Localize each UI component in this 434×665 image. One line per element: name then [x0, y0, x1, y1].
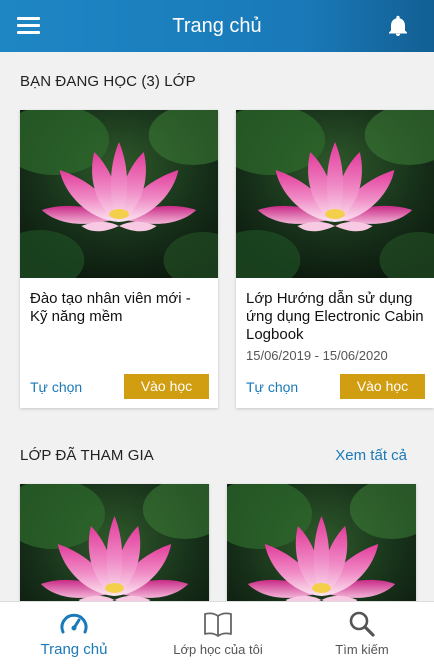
- elective-link[interactable]: Tự chọn: [30, 379, 82, 395]
- joined-class-card[interactable]: [20, 484, 209, 614]
- enrolled-section-title: BẠN ĐANG HỌC (3) LỚP: [20, 73, 196, 90]
- class-name: Lớp Hướng dẫn sử dụng ứng dụng Electroni…: [246, 290, 424, 343]
- app-header: Trang chủ: [0, 0, 434, 52]
- class-card[interactable]: Lớp Hướng dẫn sử dụng ứng dụng Electroni…: [236, 110, 434, 408]
- bell-icon[interactable]: [386, 14, 410, 38]
- book-icon: [204, 612, 232, 637]
- page-title: Trang chủ: [172, 15, 262, 37]
- search-icon: [349, 611, 375, 637]
- class-card[interactable]: Đào tạo nhân viên mới - Kỹ năng mềm Tự c…: [20, 110, 218, 408]
- enter-class-button[interactable]: Vào học: [124, 374, 209, 399]
- tab-search[interactable]: Tìm kiếm: [290, 602, 434, 665]
- joined-section-title: LỚP ĐÃ THAM GIA: [20, 447, 154, 464]
- tab-label: Trang chủ: [40, 641, 108, 658]
- joined-class-card[interactable]: [227, 484, 416, 614]
- see-all-link[interactable]: Xem tất cả: [335, 447, 407, 464]
- bottom-navigation: Trang chủ Lớp học của tôi Tìm kiếm: [0, 601, 434, 665]
- class-thumbnail: [236, 110, 434, 278]
- speedometer-icon: [60, 613, 88, 634]
- class-thumbnail: [20, 484, 209, 614]
- enter-class-button[interactable]: Vào học: [340, 374, 425, 399]
- class-thumbnail: [227, 484, 416, 614]
- tab-label: Lớp học của tôi: [173, 642, 263, 657]
- elective-link[interactable]: Tự chọn: [246, 379, 298, 395]
- tab-label: Tìm kiếm: [335, 642, 389, 657]
- tab-home[interactable]: Trang chủ: [0, 602, 148, 665]
- class-dates: 15/06/2019 - 15/06/2020: [246, 348, 388, 363]
- class-name: Đào tạo nhân viên mới - Kỹ năng mềm: [30, 290, 191, 325]
- tab-my-classes[interactable]: Lớp học của tôi: [148, 602, 288, 665]
- class-thumbnail: [20, 110, 218, 278]
